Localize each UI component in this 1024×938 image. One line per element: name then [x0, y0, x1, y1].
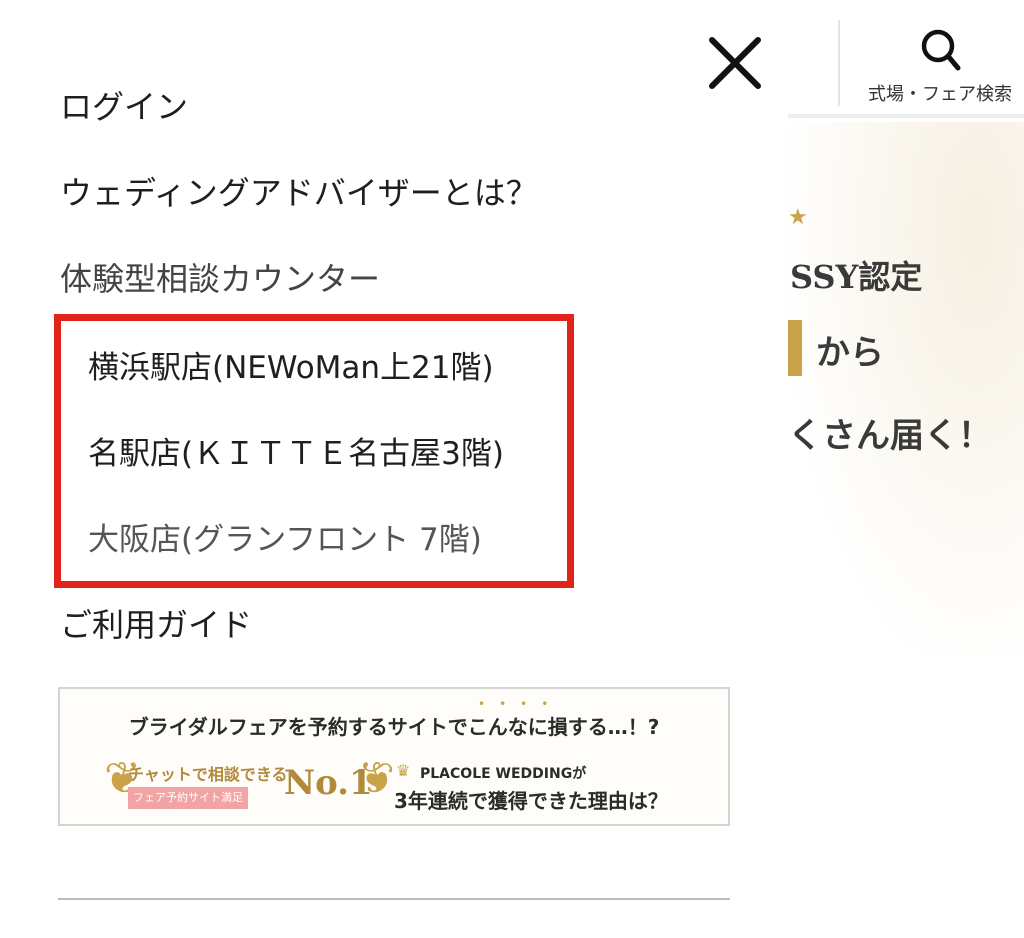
- menu-item-login[interactable]: ログイン: [60, 82, 188, 128]
- divider: [58, 898, 730, 900]
- menu-item-counter[interactable]: 体験型相談カウンター: [60, 254, 380, 300]
- star-icon: ★: [788, 205, 808, 230]
- hero-text-line1: SSY認定: [790, 258, 923, 296]
- banner-brand: PLACOLE WEDDINGが: [420, 766, 587, 782]
- close-icon: [709, 37, 761, 89]
- banner-chat-label: チャットで相談できる: [128, 765, 288, 784]
- site-header: 式場・フェア検索: [788, 0, 1024, 118]
- laurel-right-icon: ❦: [358, 753, 395, 804]
- crown-icon: ♛: [396, 761, 411, 780]
- store-link-yokohama[interactable]: 横浜駅店(NEWoMan上21階): [88, 342, 494, 387]
- hero-accent-bar: [788, 320, 802, 376]
- store-link-meieki[interactable]: 名駅店(ＫＩＴＴＥ名古屋3階): [88, 428, 504, 473]
- navigation-drawer: ログイン ウェディングアドバイザーとは？ 体験型相談カウンター 横浜駅店(NEW…: [0, 0, 788, 938]
- banner-reason: 3年連続で獲得できた理由は？: [394, 789, 668, 813]
- venue-fair-search-button[interactable]: 式場・フェア検索: [856, 22, 1024, 108]
- close-button[interactable]: [706, 34, 764, 92]
- store-link-osaka[interactable]: 大阪店(グランフロント 7階): [88, 514, 482, 559]
- header-divider: [838, 20, 840, 106]
- background-page: 式場・フェア検索 ★ SSY認定 から くさん届く！: [788, 0, 1024, 938]
- banner-headline: ブライダルフェアを予約するサイトでこんなに損する…！?: [128, 715, 660, 739]
- menu-item-guide[interactable]: ご利用ガイド: [60, 600, 252, 646]
- hero-text-line3: くさん届く！: [788, 416, 992, 456]
- search-icon: [921, 29, 961, 71]
- menu-item-advisor[interactable]: ウェディングアドバイザーとは？: [60, 168, 538, 214]
- hero-text-line2: から: [816, 333, 884, 373]
- banner-tag: フェア予約サイト満足: [128, 787, 248, 809]
- search-label: 式場・フェア検索: [868, 84, 1012, 105]
- promo-banner[interactable]: •••• ブライダルフェアを予約するサイトでこんなに損する…！? ❦ チャットで…: [58, 687, 730, 826]
- emphasis-dots: ••••: [478, 697, 563, 711]
- hero-background: [788, 122, 1024, 658]
